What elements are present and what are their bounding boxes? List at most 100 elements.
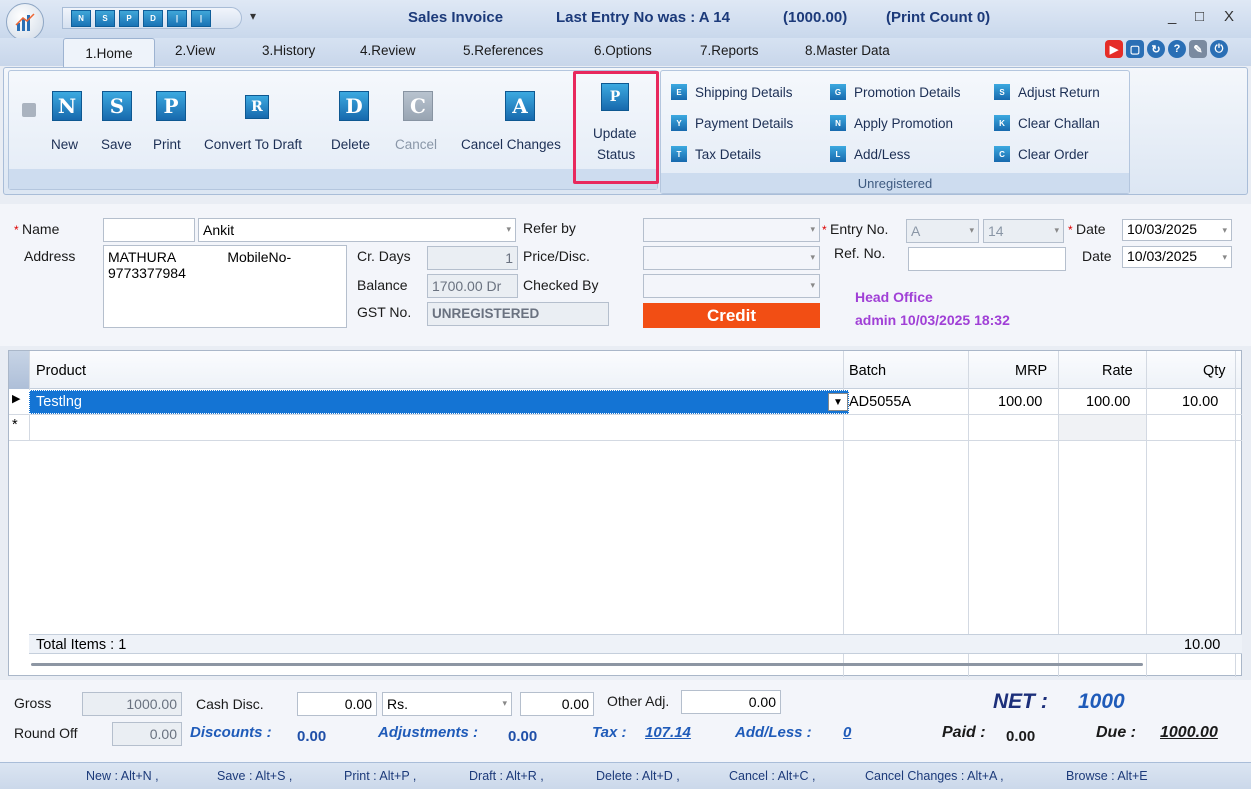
qty-cell[interactable]: 10.00: [1182, 394, 1218, 410]
minimize-button[interactable]: _: [1168, 8, 1176, 25]
clear-challan-icon[interactable]: K: [994, 115, 1010, 131]
tab-history[interactable]: 3.History: [262, 43, 315, 58]
checked-by-select[interactable]: ▾: [643, 274, 820, 298]
refer-by-select[interactable]: ▾: [643, 218, 820, 242]
customer-name-input[interactable]: Ankit ▾: [198, 218, 516, 242]
refresh-icon[interactable]: ↻: [1147, 40, 1165, 58]
apply-promotion-icon[interactable]: N: [830, 115, 846, 131]
maximize-button[interactable]: □: [1195, 8, 1204, 25]
cancel-changes-icon[interactable]: A: [505, 91, 535, 121]
address-label: Address: [24, 248, 76, 264]
last-entry-amount: (1000.00): [783, 9, 848, 26]
add-less-icon[interactable]: L: [830, 146, 846, 162]
col-rate[interactable]: Rate: [1102, 363, 1133, 379]
youtube-icon[interactable]: ▶: [1105, 40, 1123, 58]
entry-number-input[interactable]: 14 ▾: [983, 219, 1064, 243]
shipping-details-link[interactable]: Shipping Details: [695, 85, 793, 100]
tab-options[interactable]: 6.Options: [594, 43, 652, 58]
product-cell[interactable]: Testlng: [36, 394, 82, 410]
ribbon-group-actions: [8, 70, 658, 190]
price-disc-select[interactable]: ▾: [643, 246, 820, 270]
tab-view[interactable]: 2.View: [175, 43, 215, 58]
cancel-changes-button[interactable]: Cancel Changes: [461, 137, 561, 152]
rate-cell[interactable]: 100.00: [1086, 394, 1130, 410]
date-picker-1[interactable]: 10/03/2025 ▾: [1122, 219, 1232, 241]
tax-details-icon[interactable]: T: [671, 146, 687, 162]
cr-days-input[interactable]: 1: [427, 246, 518, 270]
refer-by-label: Refer by: [523, 220, 576, 236]
col-mrp[interactable]: MRP: [1015, 363, 1047, 379]
horizontal-scrollbar[interactable]: [31, 663, 1143, 666]
ref-no-label: Ref. No.: [834, 245, 886, 261]
apply-promotion-link[interactable]: Apply Promotion: [854, 116, 953, 131]
credit-button[interactable]: Credit: [643, 303, 820, 328]
quick-save-icon[interactable]: S: [95, 9, 115, 27]
new-button[interactable]: New: [51, 137, 78, 152]
tab-home[interactable]: 1.Home: [63, 38, 155, 68]
shipping-details-icon[interactable]: E: [671, 84, 687, 100]
date-picker-2[interactable]: 10/03/2025 ▾: [1122, 246, 1232, 268]
mrp-cell[interactable]: 100.00: [998, 394, 1042, 410]
last-entry-text: Last Entry No was : A 14: [556, 9, 730, 26]
product-dropdown-icon[interactable]: ▼: [828, 393, 848, 411]
quick-delete-icon[interactable]: D: [143, 9, 163, 27]
tax-value-link[interactable]: 107.14: [645, 724, 691, 741]
convert-draft-icon[interactable]: R: [245, 95, 269, 119]
cash-disc-input[interactable]: 0.00: [297, 692, 377, 716]
clear-order-link[interactable]: Clear Order: [1018, 147, 1089, 162]
payment-details-icon[interactable]: Y: [671, 115, 687, 131]
col-batch[interactable]: Batch: [849, 363, 886, 379]
address-line2: 9773377984: [108, 265, 186, 281]
delete-icon[interactable]: D: [339, 91, 369, 121]
notes-icon[interactable]: ✎: [1189, 40, 1207, 58]
tab-reports[interactable]: 7.Reports: [700, 43, 759, 58]
cancel-button: Cancel: [395, 137, 438, 152]
tax-details-link[interactable]: Tax Details: [695, 147, 761, 162]
col-qty[interactable]: Qty: [1203, 363, 1226, 379]
cash-disc-type-select[interactable]: Rs. ▾: [382, 692, 512, 716]
help-icon[interactable]: ?: [1168, 40, 1186, 58]
adjustments-label: Adjustments :: [378, 724, 479, 741]
add-less-value-link[interactable]: 0: [843, 724, 851, 741]
quick-first-icon[interactable]: |: [167, 9, 187, 27]
save-button[interactable]: Save: [101, 137, 132, 152]
address-input[interactable]: MATHURA MobileNo- 9773377984: [103, 245, 347, 328]
clear-order-icon[interactable]: C: [994, 146, 1010, 162]
tab-master-data[interactable]: 8.Master Data: [805, 43, 890, 58]
quick-access-dropdown[interactable]: ▾: [250, 9, 256, 23]
app-logo-icon[interactable]: [6, 3, 44, 41]
add-less-link[interactable]: Add/Less: [854, 147, 910, 162]
entry-no-label: * Entry No.: [822, 221, 889, 237]
adjust-return-link[interactable]: Adjust Return: [1018, 85, 1100, 100]
print-icon[interactable]: P: [156, 91, 186, 121]
new-icon[interactable]: N: [52, 91, 82, 121]
quick-last-icon[interactable]: |: [191, 9, 211, 27]
lock-icon[interactable]: [22, 103, 36, 117]
cash-disc-amount[interactable]: 0.00: [520, 692, 594, 716]
tab-references[interactable]: 5.References: [463, 43, 543, 58]
clear-challan-link[interactable]: Clear Challan: [1018, 116, 1100, 131]
customer-code-input[interactable]: [103, 218, 195, 242]
address-line1: MATHURA: [108, 249, 176, 265]
batch-cell[interactable]: AD5055A: [849, 394, 911, 410]
adjust-return-icon[interactable]: S: [994, 84, 1010, 100]
chat-icon[interactable]: ▢: [1126, 40, 1144, 58]
quick-print-icon[interactable]: P: [119, 9, 139, 27]
convert-to-draft-button[interactable]: Convert To Draft: [204, 137, 302, 152]
payment-details-link[interactable]: Payment Details: [695, 116, 793, 131]
delete-button[interactable]: Delete: [331, 137, 370, 152]
shortcut-delete: Delete : Alt+D ,: [596, 769, 680, 783]
other-adj-input[interactable]: 0.00: [681, 690, 781, 714]
ref-no-input[interactable]: [908, 247, 1066, 271]
print-button[interactable]: Print: [153, 137, 181, 152]
table-row[interactable]: Testlng ▼: [29, 390, 849, 414]
save-icon[interactable]: S: [102, 91, 132, 121]
entry-series-select[interactable]: A ▾: [906, 219, 979, 243]
quick-new-icon[interactable]: N: [71, 9, 91, 27]
power-icon[interactable]: ⏻: [1210, 40, 1228, 58]
promotion-details-icon[interactable]: G: [830, 84, 846, 100]
close-button[interactable]: X: [1224, 8, 1234, 25]
promotion-details-link[interactable]: Promotion Details: [854, 85, 961, 100]
tab-review[interactable]: 4.Review: [360, 43, 416, 58]
col-product[interactable]: Product: [36, 363, 86, 379]
